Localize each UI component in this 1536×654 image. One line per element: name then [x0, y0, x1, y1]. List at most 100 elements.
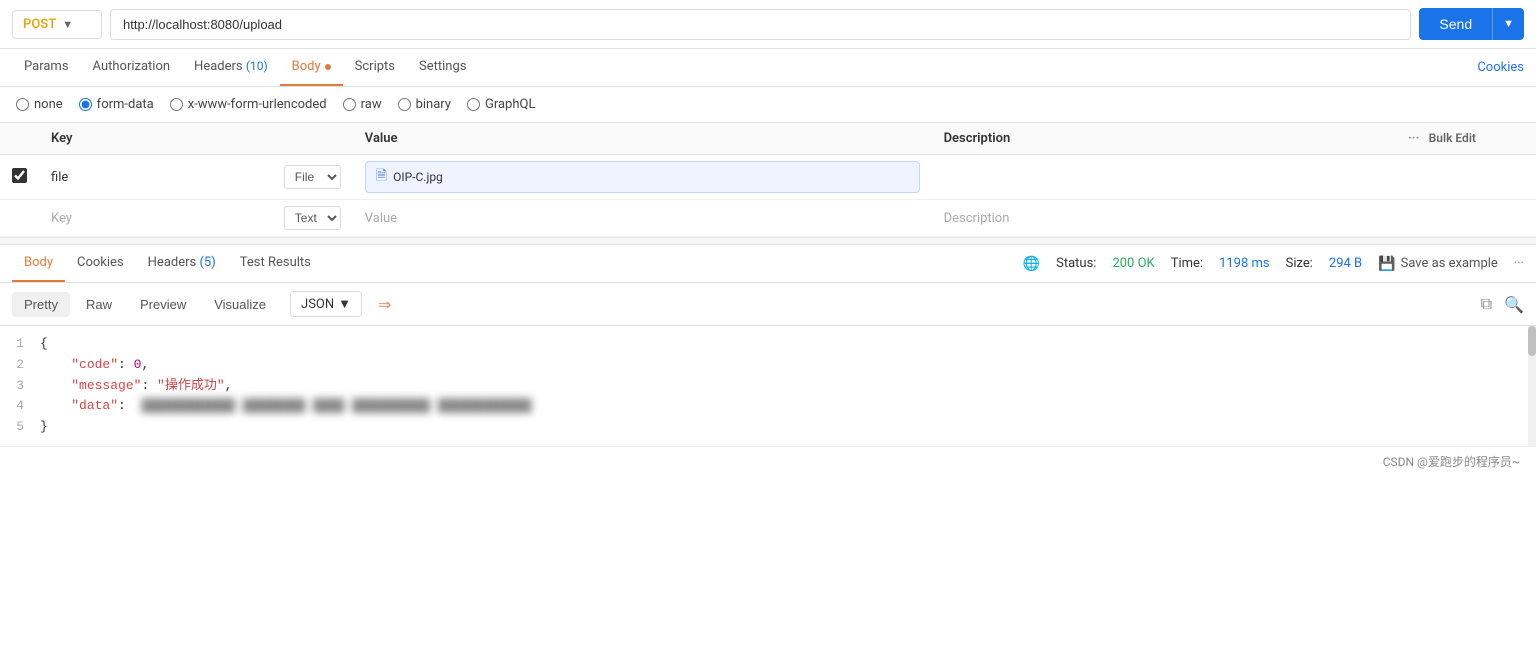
col-value: Value	[353, 123, 932, 155]
radio-form-data-label: form-data	[97, 97, 154, 112]
request-tabs: Params Authorization Headers (10) Body S…	[0, 49, 1536, 87]
radio-graphql-input[interactable]	[467, 98, 480, 111]
top-bar: POST ▼ Send ▼	[0, 0, 1536, 49]
copy-icon[interactable]: ⧉	[1481, 294, 1492, 314]
table-more-icon[interactable]: ···	[1408, 131, 1419, 146]
response-tabs: Body Cookies Headers (5) Test Results 🌐 …	[0, 245, 1536, 283]
line-content-5: }	[40, 417, 1536, 438]
key-placeholder[interactable]: Key	[39, 200, 272, 237]
response-meta: 🌐 Status: 200 OK Time: 1198 ms Size: 294…	[1023, 256, 1524, 272]
fmt-tab-visualize[interactable]: Visualize	[202, 292, 278, 317]
send-button[interactable]: Send	[1419, 8, 1492, 40]
vertical-scrollbar[interactable]	[1528, 326, 1536, 446]
save-icon: 💾	[1378, 256, 1395, 272]
value-cell: 🗎 OIP-C.jpg	[353, 155, 932, 200]
fmt-tab-raw[interactable]: Raw	[74, 292, 124, 317]
size-value: 294 B	[1329, 256, 1362, 271]
url-input[interactable]	[110, 9, 1411, 40]
empty-type-select[interactable]: Text File	[284, 206, 341, 230]
nav-right: Cookies	[1477, 60, 1524, 75]
file-icon: 🗎	[376, 165, 387, 189]
cookies-link[interactable]: Cookies	[1477, 60, 1524, 75]
response-more-icon[interactable]: ···	[1514, 256, 1524, 271]
file-name: OIP-C.jpg	[393, 170, 443, 184]
radio-raw[interactable]: raw	[343, 97, 382, 112]
radio-binary[interactable]: binary	[398, 97, 451, 112]
body-dot-icon	[325, 64, 331, 70]
format-bar: Pretty Raw Preview Visualize JSON ▼ ⇒ ⧉ …	[0, 283, 1536, 326]
tab-scripts[interactable]: Scripts	[343, 49, 407, 86]
row-checkbox[interactable]	[12, 168, 27, 183]
line-content-4: "data": ████████████ ████████ ████ █████…	[40, 396, 1536, 417]
params-table: Key Value Description ··· Bulk Edit file…	[0, 123, 1536, 237]
key-cell: file	[39, 155, 272, 200]
time-value: 1198 ms	[1219, 256, 1270, 271]
search-icon[interactable]: 🔍	[1504, 295, 1524, 314]
method-label: POST	[23, 17, 56, 32]
radio-binary-input[interactable]	[398, 98, 411, 111]
radio-raw-input[interactable]	[343, 98, 356, 111]
radio-urlencoded-label: x-www-form-urlencoded	[188, 97, 327, 112]
radio-urlencoded-input[interactable]	[170, 98, 183, 111]
col-description: Description	[932, 123, 1396, 155]
response-tab-headers[interactable]: Headers (5)	[136, 245, 228, 282]
tab-body[interactable]: Body	[280, 49, 343, 86]
tab-authorization[interactable]: Authorization	[81, 49, 183, 86]
radio-form-data-input[interactable]	[79, 98, 92, 111]
radio-urlencoded[interactable]: x-www-form-urlencoded	[170, 97, 327, 112]
line-num-2: 2	[0, 355, 40, 376]
col-key: Key	[39, 123, 272, 155]
type-select[interactable]: File Text	[284, 165, 341, 189]
section-divider	[0, 237, 1536, 245]
globe-icon: 🌐	[1023, 256, 1040, 272]
response-tab-body[interactable]: Body	[12, 245, 65, 282]
line-content-1: {	[40, 334, 1536, 355]
code-area: 1 { 2 "code": 0, 3 "message": "操作成功", 4 …	[0, 326, 1536, 446]
bulk-edit-button[interactable]: Bulk Edit	[1429, 131, 1476, 145]
code-line-1: 1 {	[0, 334, 1536, 355]
radio-form-data[interactable]: form-data	[79, 97, 154, 112]
code-line-5: 5 }	[0, 417, 1536, 438]
file-value-badge: 🗎 OIP-C.jpg	[365, 161, 920, 193]
time-label: Time:	[1171, 256, 1203, 271]
method-chevron-icon: ▼	[62, 18, 73, 31]
radio-graphql-label: GraphQL	[485, 97, 535, 112]
response-tab-test-results[interactable]: Test Results	[228, 245, 323, 282]
format-json-select[interactable]: JSON ▼	[290, 291, 362, 317]
tab-headers[interactable]: Headers (10)	[182, 49, 280, 86]
watermark: CSDN @爱跑步的程序员~	[0, 446, 1536, 476]
table-row: file File Text 🗎 OIP-C.jpg	[0, 155, 1536, 200]
radio-none-input[interactable]	[16, 98, 29, 111]
radio-none[interactable]: none	[16, 97, 63, 112]
radio-graphql[interactable]: GraphQL	[467, 97, 535, 112]
radio-none-label: none	[34, 97, 63, 112]
value-placeholder[interactable]: Value	[353, 200, 932, 237]
size-label: Size:	[1286, 256, 1313, 271]
body-type-row: none form-data x-www-form-urlencoded raw…	[0, 87, 1536, 123]
fmt-tab-preview[interactable]: Preview	[128, 292, 198, 317]
method-selector[interactable]: POST ▼	[12, 10, 102, 39]
code-line-2: 2 "code": 0,	[0, 355, 1536, 376]
tab-settings[interactable]: Settings	[407, 49, 478, 86]
line-content-2: "code": 0,	[40, 355, 1536, 376]
scrollbar-thumb[interactable]	[1528, 326, 1536, 356]
code-line-4: 4 "data": ████████████ ████████ ████ ███…	[0, 396, 1536, 417]
response-headers-badge: (5)	[199, 255, 215, 270]
line-num-5: 5	[0, 417, 40, 438]
save-example-button[interactable]: 💾 Save as example	[1378, 256, 1498, 272]
status-value: 200 OK	[1112, 256, 1154, 271]
radio-binary-label: binary	[416, 97, 451, 112]
line-num-1: 1	[0, 334, 40, 355]
tab-params[interactable]: Params	[12, 49, 81, 86]
wrap-lines-icon[interactable]: ⇒	[378, 295, 391, 314]
headers-badge: (10)	[246, 59, 268, 73]
fmt-tab-pretty[interactable]: Pretty	[12, 292, 70, 317]
code-line-3: 3 "message": "操作成功",	[0, 376, 1536, 397]
response-tab-cookies[interactable]: Cookies	[65, 245, 136, 282]
line-content-3: "message": "操作成功",	[40, 376, 1536, 397]
description-placeholder[interactable]: Description	[932, 200, 1396, 237]
line-num-3: 3	[0, 376, 40, 397]
send-dropdown-button[interactable]: ▼	[1492, 8, 1524, 40]
description-cell	[932, 155, 1396, 200]
line-num-4: 4	[0, 396, 40, 417]
